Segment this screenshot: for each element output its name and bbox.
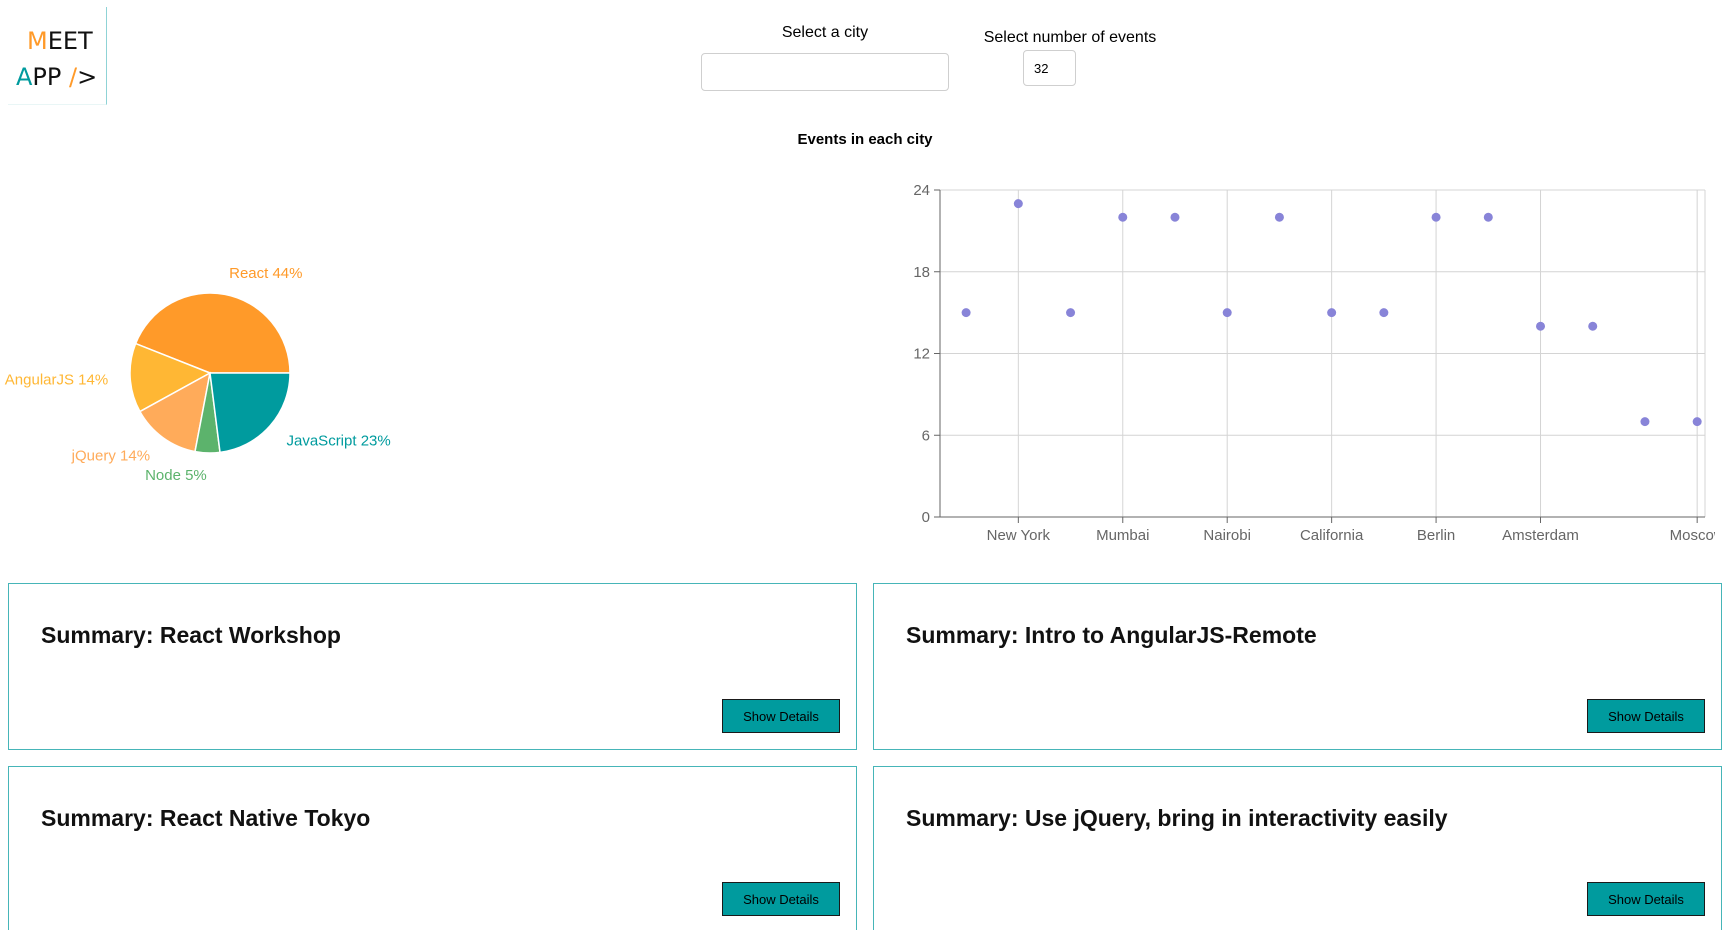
event-summary: Summary: React Workshop xyxy=(41,622,341,648)
scatter-point[interactable] xyxy=(1118,212,1128,222)
x-tick-label: Berlin xyxy=(1417,527,1455,544)
y-tick-label: 24 xyxy=(913,182,930,199)
scatter-point[interactable] xyxy=(1483,212,1493,222)
scatter-point[interactable] xyxy=(1692,417,1702,427)
y-tick-label: 0 xyxy=(922,509,930,526)
scatter-point[interactable] xyxy=(1640,417,1650,427)
pie-label: jQuery 14% xyxy=(71,448,150,465)
x-tick-label: Mumbai xyxy=(1096,527,1149,544)
event-summary: Summary: React Native Tokyo xyxy=(41,805,371,831)
event-card: Summary: Intro to AngularJS-Remote Show … xyxy=(873,583,1722,750)
scatter-point[interactable] xyxy=(961,308,971,318)
logo-line-app: APP /> xyxy=(16,63,98,91)
event-card: Summary: React Native Tokyo Show Details xyxy=(8,766,857,930)
scatter-point[interactable] xyxy=(1013,199,1023,209)
show-details-button[interactable]: Show Details xyxy=(722,882,840,916)
event-summary: Summary: Intro to AngularJS-Remote xyxy=(906,622,1317,648)
show-details-button[interactable]: Show Details xyxy=(1587,882,1705,916)
pie-slice-javascript xyxy=(209,372,291,454)
x-tick-label: Amsterdam xyxy=(1502,527,1579,544)
y-tick-label: 18 xyxy=(913,264,930,281)
event-summary: Summary: Use jQuery, bring in interactiv… xyxy=(906,805,1448,831)
scatter-point[interactable] xyxy=(1327,308,1337,318)
show-details-button[interactable]: Show Details xyxy=(722,699,840,733)
logo-line-meet: MEET xyxy=(27,27,93,55)
number-of-events-input[interactable] xyxy=(1023,50,1076,86)
city-search-label: Select a city xyxy=(781,24,869,41)
chart-title: Events in each city xyxy=(797,131,933,148)
x-tick-label: Moscow xyxy=(1670,527,1715,544)
pie-label: Node 5% xyxy=(145,467,207,484)
event-card: Summary: Use jQuery, bring in interactiv… xyxy=(873,766,1722,930)
event-card: Summary: React Workshop Show Details xyxy=(8,583,857,750)
x-tick-label: New York xyxy=(987,527,1051,544)
y-tick-label: 12 xyxy=(913,346,930,363)
events-scatter-chart: 0 6 12 18 24 New York Mumbai Nairobi California B… xyxy=(913,182,1715,544)
app-logo: MEET APP /> xyxy=(8,7,107,105)
scatter-point[interactable] xyxy=(1066,308,1076,318)
scatter-point[interactable] xyxy=(1170,212,1180,222)
y-tick-label: 6 xyxy=(922,427,930,444)
x-tick-label: California xyxy=(1300,527,1364,544)
scatter-point[interactable] xyxy=(1588,321,1598,331)
scatter-point[interactable] xyxy=(1431,212,1441,222)
pie-label: JavaScript 23% xyxy=(287,432,391,449)
city-search-input[interactable] xyxy=(701,53,949,91)
scatter-point[interactable] xyxy=(1274,212,1284,222)
scatter-point[interactable] xyxy=(1222,308,1232,318)
x-tick-label: Nairobi xyxy=(1203,527,1251,544)
scatter-point[interactable] xyxy=(1379,308,1389,318)
scatter-point[interactable] xyxy=(1536,321,1546,331)
genre-pie-chart: React 44% AngularJS 14% jQuery 14% Node 5% J… xyxy=(5,265,391,484)
number-of-events-label: Select number of events xyxy=(983,29,1157,46)
pie-label: React 44% xyxy=(229,265,302,282)
show-details-button[interactable]: Show Details xyxy=(1587,699,1705,733)
pie-label: AngularJS 14% xyxy=(5,371,108,388)
